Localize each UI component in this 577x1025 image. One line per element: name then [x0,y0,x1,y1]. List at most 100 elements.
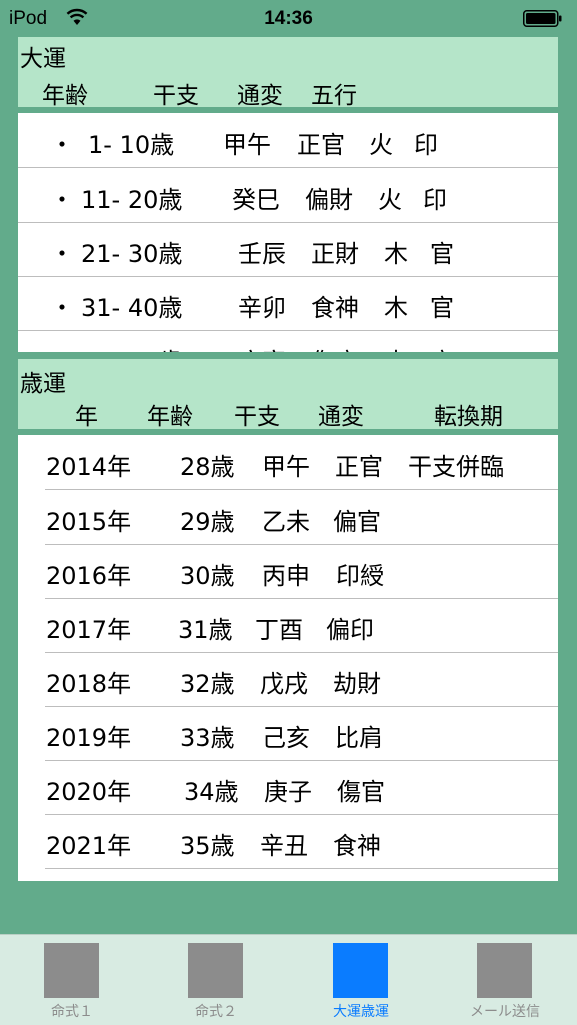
table-row[interactable]: 2014年 28歳 甲午 正官 干支併臨 [45,435,558,490]
tab-label: 大運歳運 [333,1004,389,1020]
taiun-col-element: 五行 [311,83,357,109]
battery-icon [523,10,563,27]
age: 30歳 [180,562,235,590]
table-row[interactable]: 2016年 30歳 丙申 印綬 [45,544,558,599]
year: 2021年 [46,832,132,860]
age: 32歳 [180,670,235,698]
age: 31- 40歳 [81,294,183,322]
tab-taiun-saiun[interactable]: 大運歳運 [289,935,433,1025]
tab-bar: 命式１ 命式２ 大運歳運 メール送信 [0,934,577,1025]
table-row[interactable]: 2020年 34歳 庚子 傷官 [45,760,558,815]
kanshi: 辛卯 [238,294,286,322]
kanshi: 己亥 [262,724,310,752]
year: 2018年 [46,670,132,698]
kanshi: 甲午 [223,131,271,159]
bullet: ・ [50,186,74,214]
saiun-col-year: 年 [75,404,98,430]
tsuhen: 傷官 [311,342,359,352]
kanshi: 戊戌 [260,670,308,698]
age: 41- 50歳 [81,342,182,352]
kanshi: 辛丑 [260,832,308,860]
tsuhen: 偏官 [333,508,381,536]
tab-meishiki-1[interactable]: 命式１ [0,935,144,1025]
taiun-col-kanshi: 干支 [153,83,199,109]
element: 木 [384,342,408,352]
age: 29歳 [180,508,235,536]
year: 2020年 [46,778,132,806]
tsuhen: 食神 [333,832,381,860]
year: 2017年 [46,616,132,644]
table-row[interactable]: 2018年 32歳 戊戌 劫財 [45,652,558,707]
table-row[interactable]: 2017年 31歳 丁酉 偏印 [45,598,558,653]
kanshi: 壬辰 [238,240,286,268]
list-item[interactable]: ・ 11- 20歳 癸巳 偏財 火 印 [18,168,558,223]
age: 35歳 [180,832,235,860]
age: 31歳 [178,616,233,644]
tab-placeholder-icon [188,943,243,998]
list-item[interactable]: ・ 41- 50歳 庚寅 傷官 木 官 [18,330,558,352]
tsuhen: 偏印 [326,616,374,644]
saiun-col-tsuhen: 通変 [318,404,364,430]
saiun-col-age: 年齢 [147,404,193,430]
tsuhen: 傷官 [337,778,385,806]
saiun-list[interactable]: 2014年 28歳 甲午 正官 干支併臨 2015年 29歳 乙未 偏官 201… [18,435,558,881]
taiun-col-age: 年齢 [42,83,88,109]
taiun-list[interactable]: ・ 1- 10歳 甲午 正官 火 印 ・ 11- 20歳 癸巳 偏財 火 印 ・… [18,113,558,352]
saiun-col-turning: 転換期 [434,404,503,430]
age: 1- 10歳 [88,131,175,159]
tsuhen: 正官 [335,453,383,481]
tsuhen: 偏財 [305,186,353,214]
clock: 14:36 [264,8,313,29]
kanshi: 乙未 [262,508,310,536]
tab-mail-send[interactable]: メール送信 [433,935,577,1025]
table-row[interactable]: 2019年 33歳 己亥 比肩 [45,706,558,761]
element: 火 [369,131,393,159]
tsuhen: 比肩 [335,724,383,752]
year: 2016年 [46,562,132,590]
year: 2015年 [46,508,132,536]
tab-placeholder-icon [44,943,99,998]
tsuhen: 食神 [311,294,359,322]
saiun-title: 歳運 [20,371,66,397]
taiun-header: 大運 年齢 干支 通変 五行 [18,37,558,109]
type: 官 [430,294,454,322]
tsuhen: 正財 [311,240,359,268]
list-item[interactable]: ・ 31- 40歳 辛卯 食神 木 官 [18,276,558,331]
table-row[interactable]: 2015年 29歳 乙未 偏官 [45,490,558,545]
age: 33歳 [180,724,235,752]
bullet: ・ [50,240,74,268]
age: 34歳 [184,778,239,806]
element: 木 [384,240,408,268]
kanshi: 癸巳 [232,186,280,214]
tab-label: 命式１ [51,1004,93,1020]
saiun-header: 歳運 年 年齢 干支 通変 転換期 [18,359,558,430]
age: 21- 30歳 [81,240,183,268]
taiun-title: 大運 [20,46,66,72]
age: 11- 20歳 [81,186,183,214]
age: 28歳 [180,453,235,481]
list-item[interactable]: ・ 21- 30歳 壬辰 正財 木 官 [18,222,558,277]
year: 2014年 [46,453,132,481]
table-row[interactable]: 2021年 35歳 辛丑 食神 [45,814,558,869]
element: 火 [378,186,402,214]
tsuhen: 劫財 [333,670,381,698]
tab-label: 命式２ [195,1004,237,1020]
saiun-col-kanshi: 干支 [234,404,280,430]
note: 干支併臨 [408,453,504,481]
type: 官 [430,342,454,352]
kanshi: 庚子 [264,778,312,806]
tab-placeholder-icon [333,943,388,998]
kanshi: 庚寅 [238,342,286,352]
list-item[interactable]: ・ 1- 10歳 甲午 正官 火 印 [18,113,558,168]
element: 木 [384,294,408,322]
bullet: ・ [50,131,74,159]
kanshi: 甲午 [262,453,310,481]
year: 2019年 [46,724,132,752]
type: 印 [423,186,447,214]
type: 印 [414,131,438,159]
tab-meishiki-2[interactable]: 命式２ [144,935,288,1025]
tsuhen: 正官 [297,131,345,159]
bullet: ・ [50,342,74,352]
tsuhen: 印綬 [336,562,384,590]
type: 官 [430,240,454,268]
